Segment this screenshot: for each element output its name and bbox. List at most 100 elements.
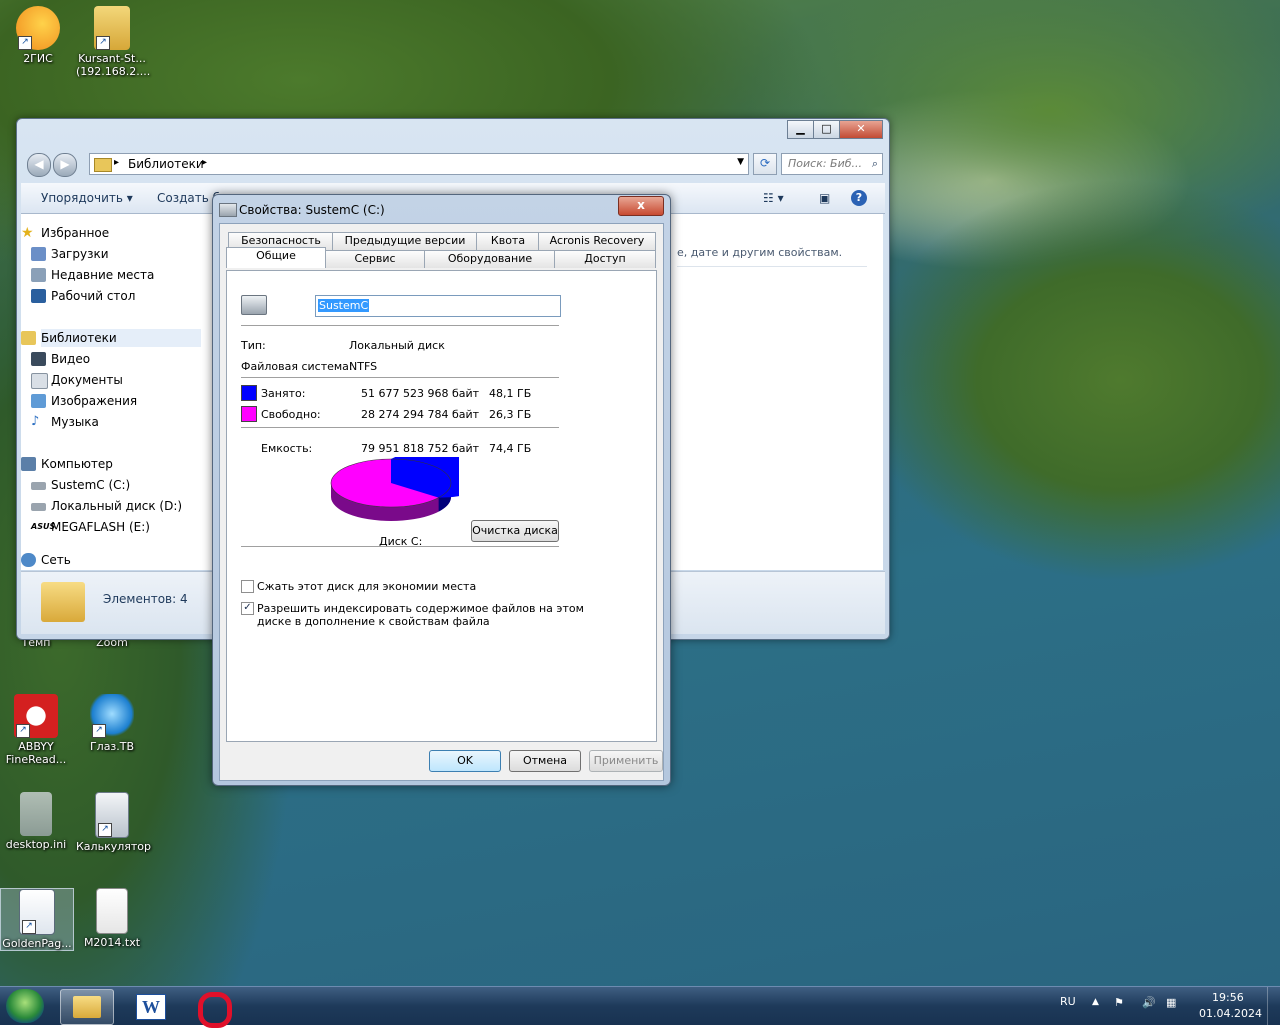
- ok-button[interactable]: OK: [429, 750, 501, 772]
- nav-documents[interactable]: Документы: [31, 371, 123, 389]
- nav-label: MEGAFLASH (E:): [51, 520, 150, 534]
- taskbar-explorer[interactable]: [60, 989, 114, 1025]
- show-desktop-button[interactable]: [1267, 987, 1280, 1025]
- shortcut-arrow-icon: ↗: [16, 724, 30, 738]
- apply-button[interactable]: Применить: [589, 750, 663, 772]
- tab-sharing[interactable]: Доступ: [554, 250, 656, 268]
- organize-button[interactable]: Упорядочить ▾: [41, 191, 133, 205]
- tab-hardware[interactable]: Оборудование: [424, 250, 556, 268]
- 2gis-icon: ↗: [16, 6, 60, 50]
- desktop-icon-goldenpages[interactable]: ↗ GoldenPag...: [0, 888, 74, 951]
- nav-label: Музыка: [51, 415, 99, 429]
- index-checkbox[interactable]: ✓: [241, 602, 254, 615]
- back-button[interactable]: ◀: [27, 153, 51, 177]
- action-center-icon[interactable]: ⚑: [1114, 996, 1124, 1009]
- drive-name-input[interactable]: SustemC: [315, 295, 561, 317]
- desktop-icon-2gis[interactable]: ↗ 2ГИС: [2, 6, 74, 65]
- address-bar[interactable]: ▸ Библиотеки ▸ ▼: [89, 153, 749, 175]
- star-icon: ★: [21, 225, 34, 241]
- desktop-icon-kursant[interactable]: ↗ Kursant-St... (192.168.2....: [76, 6, 151, 78]
- address-dropdown-icon[interactable]: ▼: [737, 157, 744, 167]
- nav-music[interactable]: ♪ Музыка: [31, 413, 99, 431]
- minimize-button[interactable]: ▁: [787, 120, 814, 139]
- desktop-icon-glaztv[interactable]: ↗ Глаз.ТВ: [76, 694, 148, 753]
- shortcut-arrow-icon: ↗: [22, 920, 36, 934]
- network-icon: [21, 553, 36, 567]
- desktop-icon-label: 2ГИС: [23, 52, 53, 65]
- tab-service[interactable]: Сервис: [324, 250, 426, 268]
- help-icon[interactable]: ?: [851, 190, 867, 206]
- language-indicator[interactable]: RU: [1060, 995, 1076, 1008]
- maximize-button[interactable]: □: [813, 120, 840, 139]
- taskbar-word[interactable]: W: [124, 989, 176, 1023]
- separator: [241, 325, 559, 327]
- nav-computer[interactable]: Компьютер: [21, 455, 113, 473]
- desktop-icon-desktopini[interactable]: desktop.ini: [0, 792, 72, 851]
- drive-icon: [31, 503, 46, 511]
- search-input[interactable]: Поиск: Биб... ⌕: [781, 153, 883, 175]
- nav-drive-d[interactable]: Локальный диск (D:): [31, 497, 182, 515]
- tab-acronis-recovery[interactable]: Acronis Recovery: [538, 232, 656, 250]
- desktop-icon-label: ABBYY FineRead...: [5, 740, 67, 766]
- desktop-icon-label: Kursant-St... (192.168.2....: [76, 52, 151, 78]
- navigation-pane: ★ Избранное Загрузки Недавние места Рабоч…: [21, 214, 208, 570]
- goldenpages-icon: ↗: [19, 889, 55, 935]
- nav-recent-places[interactable]: Недавние места: [31, 266, 155, 284]
- downloads-icon: [31, 247, 46, 261]
- clock-time[interactable]: 19:56: [1212, 991, 1244, 1004]
- volume-icon[interactable]: 🔊: [1142, 996, 1156, 1009]
- nav-network[interactable]: Сеть: [21, 551, 71, 569]
- shortcut-arrow-icon: ↗: [96, 36, 110, 50]
- dialog-close-button[interactable]: x: [618, 196, 664, 216]
- index-label-line1: Разрешить индексировать содержимое файло…: [257, 602, 584, 615]
- forward-button[interactable]: ▶: [53, 153, 77, 177]
- type-label: Тип:: [241, 339, 266, 352]
- compress-checkbox[interactable]: [241, 580, 254, 593]
- desktop-icon-label: M2014.txt: [83, 936, 141, 949]
- properties-dialog[interactable]: Свойства: SustemC (C:) x Безопасность Пр…: [212, 194, 671, 786]
- desktop-icon-calculator[interactable]: ↗ Калькулятор: [76, 792, 151, 853]
- nav-desktop[interactable]: Рабочий стол: [31, 287, 135, 305]
- search-icon: ⌕: [871, 157, 878, 170]
- nav-drive-e[interactable]: ASUS MEGAFLASH (E:): [31, 518, 150, 536]
- dialog-title: Свойства: SustemC (C:): [239, 203, 385, 217]
- refresh-icon[interactable]: ⟳: [753, 153, 777, 175]
- start-button[interactable]: [6, 989, 44, 1023]
- desktop-icon-label: Глаз.ТВ: [89, 740, 135, 753]
- calculator-icon: ↗: [95, 792, 129, 838]
- nav-label: Недавние места: [51, 268, 155, 282]
- show-hidden-icons[interactable]: ▲: [1092, 997, 1099, 1007]
- network-tray-icon[interactable]: ▦: [1166, 996, 1176, 1009]
- breadcrumb-separator-icon: ▸: [114, 157, 120, 168]
- clock-date[interactable]: 01.04.2024: [1199, 1007, 1262, 1020]
- taskbar: W RU ▲ ⚑ 🔊 ▦ 19:56 01.04.2024: [0, 986, 1280, 1028]
- nav-favorites[interactable]: ★ Избранное: [21, 224, 109, 242]
- taskbar-opera[interactable]: [188, 989, 240, 1028]
- cancel-button[interactable]: Отмена: [509, 750, 581, 772]
- compress-label: Сжать этот диск для экономии места: [257, 580, 477, 593]
- separator: [241, 546, 559, 548]
- used-label: Занято:: [261, 387, 306, 400]
- disk-cleanup-button[interactable]: Очистка диска: [471, 520, 559, 542]
- desktop-icon-abbyy[interactable]: ↗ ABBYY FineRead...: [0, 694, 72, 766]
- tab-general[interactable]: Общие: [226, 247, 326, 268]
- nav-images[interactable]: Изображения: [31, 392, 138, 410]
- nav-drive-c[interactable]: SustemC (C:): [31, 476, 130, 494]
- images-icon: [31, 394, 46, 408]
- nav-downloads[interactable]: Загрузки: [31, 245, 109, 263]
- nav-libraries[interactable]: Библиотеки: [21, 329, 201, 347]
- nav-video[interactable]: Видео: [31, 350, 90, 368]
- close-button[interactable]: ✕: [839, 120, 883, 139]
- preview-pane-icon[interactable]: ▣: [819, 191, 830, 205]
- tab-quota[interactable]: Квота: [476, 232, 540, 250]
- libraries-large-icon: [41, 582, 85, 622]
- breadcrumb-libraries[interactable]: Библиотеки: [128, 157, 204, 171]
- nav-label: Изображения: [51, 394, 138, 408]
- desktop-icon-m2014[interactable]: M2014.txt: [76, 888, 148, 949]
- search-placeholder: Поиск: Биб...: [788, 157, 863, 170]
- tab-previous-versions[interactable]: Предыдущие версии: [332, 232, 478, 250]
- view-options-icon[interactable]: ☷ ▾: [763, 191, 784, 205]
- free-gb: 26,3 ГБ: [489, 408, 532, 421]
- ini-file-icon: [20, 792, 52, 836]
- filesystem-label: Файловая система:: [241, 360, 353, 373]
